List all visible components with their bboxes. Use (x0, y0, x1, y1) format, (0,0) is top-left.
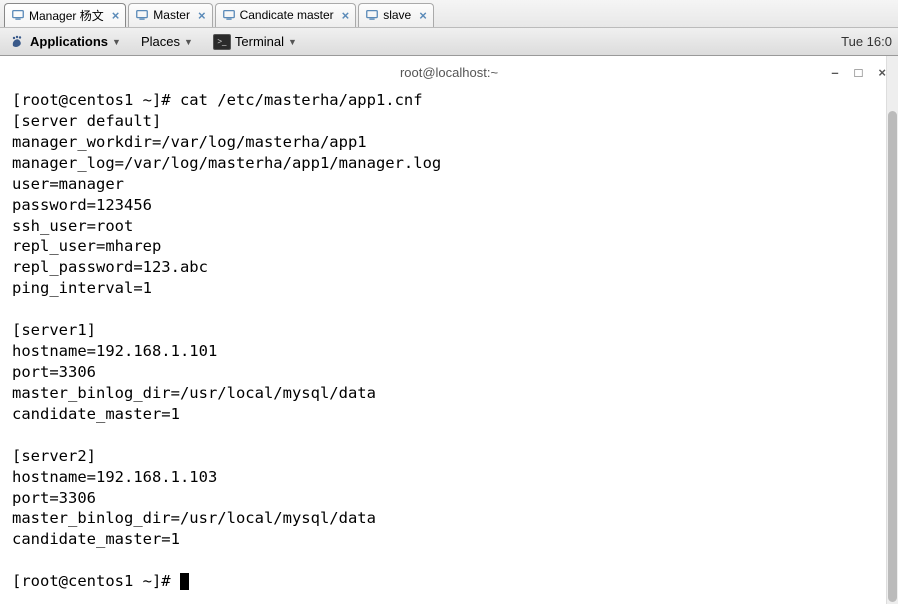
chevron-down-icon: ▼ (112, 37, 121, 47)
close-icon[interactable]: × (198, 9, 206, 22)
tab-label: Manager 杨文 (29, 7, 104, 24)
maximize-button[interactable]: □ (855, 65, 863, 80)
tab-label: slave (383, 8, 411, 22)
places-menu[interactable]: Places ▼ (137, 32, 197, 51)
minimize-button[interactable]: – (831, 65, 838, 80)
tabs-bar: Manager 杨文 × Master × Candicate master ×… (0, 0, 898, 28)
terminal-titlebar: root@localhost:~ – □ × (4, 60, 894, 84)
tab-label: Master (153, 8, 190, 22)
menu-label: Applications (30, 34, 108, 49)
vm-icon (11, 8, 25, 22)
close-button[interactable]: × (878, 65, 886, 80)
close-icon[interactable]: × (112, 9, 120, 22)
scrollbar[interactable] (886, 56, 898, 604)
foot-icon (10, 34, 26, 50)
scrollbar-track[interactable] (887, 56, 898, 604)
terminal-content[interactable]: [root@centos1 ~]# cat /etc/masterha/app1… (4, 84, 894, 602)
chevron-down-icon: ▼ (288, 37, 297, 47)
applications-menu[interactable]: Applications ▼ (6, 32, 125, 52)
menu-label: Places (141, 34, 180, 49)
chevron-down-icon: ▼ (184, 37, 193, 47)
terminal-icon: >_ (213, 34, 231, 50)
window-controls: – □ × (831, 65, 886, 80)
tab-label: Candicate master (240, 8, 334, 22)
cursor (180, 573, 189, 590)
scrollbar-thumb[interactable] (888, 111, 897, 602)
menu-label: Terminal (235, 34, 284, 49)
terminal-window: root@localhost:~ – □ × [root@centos1 ~]#… (4, 60, 894, 602)
tab-candidate-master[interactable]: Candicate master × (215, 3, 357, 27)
tab-slave[interactable]: slave × (358, 3, 434, 27)
tab-master[interactable]: Master × (128, 3, 212, 27)
window-title: root@localhost:~ (400, 65, 498, 80)
tab-manager[interactable]: Manager 杨文 × (4, 3, 126, 27)
vm-icon (365, 8, 379, 22)
terminal-menu[interactable]: >_ Terminal ▼ (209, 32, 301, 52)
vm-icon (222, 8, 236, 22)
close-icon[interactable]: × (342, 9, 350, 22)
clock[interactable]: Tue 16:0 (841, 34, 892, 49)
gnome-menubar: Applications ▼ Places ▼ >_ Terminal ▼ Tu… (0, 28, 898, 56)
vm-icon (135, 8, 149, 22)
close-icon[interactable]: × (419, 9, 427, 22)
